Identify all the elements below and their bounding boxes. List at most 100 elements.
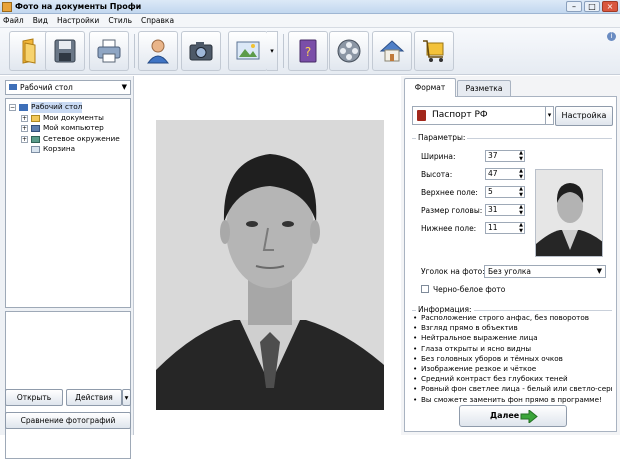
video-button[interactable] [329, 31, 369, 71]
menu-bar: Файл Вид Настройки Стиль Справка [0, 14, 620, 28]
bottom-margin-value: 11 [488, 223, 498, 232]
portrait-photo[interactable] [156, 120, 384, 410]
expand-icon[interactable]: + [21, 125, 28, 132]
window-controls: – □ × [566, 1, 618, 12]
person-button[interactable] [138, 31, 178, 71]
list-item: Изображение резкое и чёткое [412, 364, 612, 374]
next-button[interactable]: Далее [459, 405, 567, 427]
tree-node-recycle-bin[interactable]: Корзина [6, 144, 130, 155]
help-book-icon: ? [299, 39, 317, 63]
spin-arrows-icon[interactable]: ▲ ▼ [519, 222, 523, 234]
list-item: Без головных уборов и тёмных очков [412, 354, 612, 364]
menu-file[interactable]: Файл [3, 16, 24, 25]
open-file-button[interactable]: Открыть [5, 389, 63, 406]
spin-arrows-icon[interactable]: ▲ ▼ [519, 186, 523, 198]
width-stepper[interactable]: 37 ▲ ▼ [485, 150, 525, 162]
corner-select[interactable]: Без уголка ▼ [484, 265, 606, 278]
desktop-icon [19, 104, 28, 111]
desktop-icon [9, 84, 17, 90]
actions-button[interactable]: Действия [66, 389, 122, 406]
spin-arrows-icon[interactable]: ▲ ▼ [519, 204, 523, 216]
expand-icon[interactable]: + [21, 114, 28, 122]
top-margin-label: Верхнее поле: [421, 188, 478, 197]
top-margin-value: 5 [488, 187, 493, 196]
tab-markup[interactable]: Разметка [457, 80, 511, 96]
list-item: Расположение строго анфас, без поворотов [412, 313, 612, 323]
height-value: 47 [488, 169, 498, 178]
format-tab-content: Паспорт РФ ▾ Настройка Параметры: Ширина… [404, 96, 617, 432]
folder-icon [31, 114, 40, 122]
minimize-button[interactable]: – [566, 1, 582, 12]
location-select-value: Рабочий стол [20, 83, 73, 92]
cart-button[interactable] [414, 31, 454, 71]
corner-label: Уголок на фото: [421, 267, 485, 276]
tab-format[interactable]: Формат [404, 78, 456, 97]
image-edit-dropdown[interactable]: ▾ [267, 31, 278, 71]
toolbar-separator [283, 34, 284, 68]
folder-tree[interactable]: − Рабочий стол + Мои документы + Мой ком… [5, 98, 131, 308]
menu-settings[interactable]: Настройки [57, 16, 99, 25]
app-icon [2, 2, 12, 12]
tree-node-network[interactable]: + Сетевое окружение [6, 134, 130, 145]
network-icon [31, 135, 40, 143]
collapse-icon[interactable]: − [9, 104, 16, 111]
help-book-button[interactable]: ? [288, 31, 328, 71]
toolbar: ▾ ? i [0, 28, 620, 75]
passport-preview [535, 169, 603, 257]
tree-node-my-documents[interactable]: + Мои документы [6, 113, 130, 124]
document-type-select[interactable]: Паспорт РФ [412, 106, 546, 125]
toolbar-separator [134, 34, 135, 68]
bw-photo-label: Черно-белое фото [433, 285, 506, 294]
width-value: 37 [488, 151, 498, 160]
top-margin-stepper[interactable]: 5 ▲ ▼ [485, 186, 525, 198]
tree-node-desktop[interactable]: − Рабочий стол [6, 102, 130, 113]
spin-arrows-icon[interactable]: ▲ ▼ [519, 150, 523, 162]
menu-style[interactable]: Стиль [108, 16, 132, 25]
camera-icon [189, 42, 213, 61]
info-icon[interactable]: i [607, 32, 616, 41]
expand-icon[interactable]: + [21, 135, 28, 143]
compare-photos-button[interactable]: Сравнение фотографий [5, 412, 131, 429]
location-select[interactable]: Рабочий стол ▼ [5, 80, 131, 95]
chevron-down-icon: ▼ [596, 267, 602, 275]
open-button[interactable] [9, 31, 49, 71]
bottom-margin-stepper[interactable]: 11 ▲ ▼ [485, 222, 525, 234]
save-button[interactable] [45, 31, 85, 71]
bw-photo-checkbox[interactable] [421, 285, 429, 293]
recycle-bin-icon [31, 146, 40, 153]
open-project-icon [22, 38, 36, 64]
file-browser-panel: Рабочий стол ▼ − Рабочий стол + Мои доку… [0, 76, 134, 459]
list-item: Глаза открыты и ясно видны [412, 344, 612, 354]
params-title: Параметры: [416, 133, 468, 142]
maximize-button[interactable]: □ [584, 1, 600, 12]
menu-help[interactable]: Справка [141, 16, 174, 25]
home-button[interactable] [372, 31, 412, 71]
computer-icon [31, 125, 40, 132]
document-type-dropdown[interactable]: ▾ [546, 106, 554, 125]
photo-workspace [135, 76, 401, 435]
height-stepper[interactable]: 47 ▲ ▼ [485, 168, 525, 180]
chevron-down-icon: ▾ [124, 393, 129, 402]
chevron-down-icon: ▾ [270, 47, 274, 55]
head-size-stepper[interactable]: 31 ▲ ▼ [485, 204, 525, 216]
settings-button[interactable]: Настройка [555, 106, 613, 126]
save-icon [54, 39, 76, 63]
menu-view[interactable]: Вид [33, 16, 48, 25]
list-item: Нейтральное выражение лица [412, 333, 612, 343]
list-item: Средний контраст без глубоких теней [412, 374, 612, 384]
actions-dropdown[interactable]: ▾ [122, 389, 131, 406]
document-type-value: Паспорт РФ [432, 110, 488, 120]
thumbnail-list[interactable] [5, 311, 131, 459]
image-edit-button[interactable] [228, 31, 268, 71]
tree-node-my-computer[interactable]: + Мой компьютер [6, 123, 130, 134]
print-button[interactable] [89, 31, 129, 71]
close-button[interactable]: × [602, 1, 618, 12]
camera-button[interactable] [181, 31, 221, 71]
width-label: Ширина: [421, 152, 456, 161]
requirements-list: Расположение строго анфас, без поворотов… [412, 313, 612, 405]
person-icon [147, 39, 169, 64]
spin-arrows-icon[interactable]: ▲ ▼ [519, 168, 523, 180]
chevron-down-icon: ▼ [121, 83, 127, 91]
list-item: Взгляд прямо в объектив [412, 323, 612, 333]
bottom-margin-label: Нижнее поле: [421, 224, 477, 233]
